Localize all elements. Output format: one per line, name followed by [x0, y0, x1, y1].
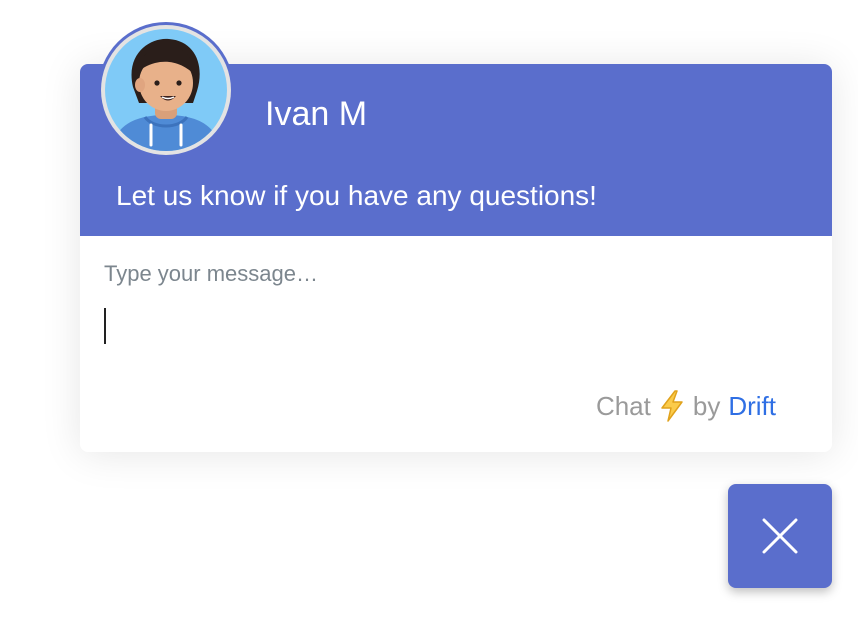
- powered-by-branding: Chat by Drift: [596, 390, 776, 422]
- welcome-message: Let us know if you have any questions!: [116, 180, 597, 211]
- message-input[interactable]: [104, 260, 808, 360]
- lightning-bolt-icon: [659, 390, 685, 422]
- text-caret: [104, 308, 106, 344]
- agent-name: Ivan M: [265, 95, 368, 133]
- avatar-frame: [101, 25, 231, 155]
- branding-chat-label: Chat: [595, 391, 651, 421]
- person-avatar-icon: [105, 29, 227, 151]
- close-chat-button[interactable]: [728, 484, 832, 588]
- branding-by-label: by: [692, 391, 721, 421]
- message-composer: Chat by Drift: [80, 236, 832, 452]
- agent-avatar: [98, 22, 234, 158]
- close-x-icon: [762, 518, 798, 554]
- drift-link[interactable]: Drift: [728, 390, 776, 422]
